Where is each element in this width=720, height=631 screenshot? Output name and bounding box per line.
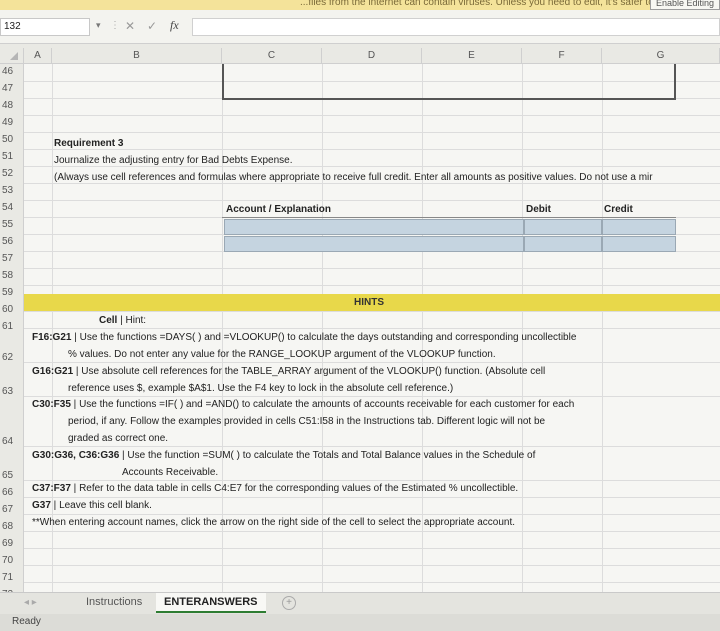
row-header[interactable]: 57	[0, 253, 24, 264]
separator-icon: ⋮	[110, 20, 120, 31]
hint-cell-ref: G16:G21	[32, 366, 74, 377]
hint-text: Accounts Receivable.	[122, 467, 219, 478]
formula-input[interactable]	[192, 18, 720, 36]
row-header[interactable]: 62	[0, 352, 24, 363]
row-header[interactable]: 67	[0, 504, 24, 515]
hint-text: % values. Do not enter any value for the…	[68, 349, 496, 360]
tab-scroll-arrows-icon[interactable]: ◂ ▸	[24, 597, 37, 608]
row-header[interactable]: 69	[0, 538, 24, 549]
row-header[interactable]: 61	[0, 321, 24, 332]
hint-text: graded as correct one.	[68, 433, 169, 444]
requirement-title: Requirement 3	[54, 138, 124, 149]
hint-item: G16:G21 | Use absolute cell references f…	[32, 363, 712, 397]
row-header[interactable]: 51	[0, 151, 24, 162]
row-header[interactable]: 49	[0, 117, 24, 128]
add-sheet-icon[interactable]: +	[282, 596, 296, 610]
insert-function-icon[interactable]: fx	[170, 18, 179, 33]
column-header-f[interactable]: F	[522, 48, 602, 64]
protected-view-bar: ...files from the internet can contain v…	[0, 0, 720, 10]
hints-title: HINTS	[354, 297, 384, 308]
hint-text: Use absolute cell references for the TAB…	[81, 366, 546, 377]
enable-editing-button[interactable]: Enable Editing	[650, 0, 720, 10]
row-header[interactable]: 53	[0, 185, 24, 196]
column-header-g[interactable]: G	[602, 48, 720, 64]
row-header[interactable]: 55	[0, 219, 24, 230]
debit-header: Debit	[526, 204, 551, 215]
hint-text: Use the functions =DAYS( ) and =VLOOKUP(…	[79, 332, 577, 343]
row-header[interactable]: 64	[0, 436, 24, 447]
hint-text: reference uses $, example $A$1. Use the …	[68, 383, 454, 394]
hint-text: Use the function =SUM( ) to calculate th…	[127, 450, 536, 461]
enter-check-icon[interactable]: ✓	[147, 19, 157, 33]
hint-item: C37:F37 | Refer to the data table in cel…	[32, 483, 519, 494]
tab-instructions[interactable]: Instructions	[78, 593, 150, 613]
row-header[interactable]: 59	[0, 287, 24, 298]
row-header[interactable]: 65	[0, 470, 24, 481]
hint-item: F16:G21 | Use the functions =DAYS( ) and…	[32, 329, 712, 363]
hint-cell-ref: F16:G21	[32, 332, 72, 343]
row-header[interactable]: 50	[0, 134, 24, 145]
column-header-e[interactable]: E	[422, 48, 522, 64]
hint-cell-ref: C30:F35	[32, 399, 71, 410]
row-header[interactable]: 66	[0, 487, 24, 498]
credit-header: Credit	[604, 204, 633, 215]
row-header[interactable]: 63	[0, 386, 24, 397]
row-header[interactable]: 54	[0, 202, 24, 213]
hint-item: G30:G36, C36:G36 | Use the function =SUM…	[32, 447, 712, 481]
hints-cell-header: Cell	[99, 315, 118, 326]
journal-account-input[interactable]	[224, 219, 524, 235]
previous-answer-box	[222, 64, 676, 100]
row-header[interactable]: 56	[0, 236, 24, 247]
row-header[interactable]: 48	[0, 100, 24, 111]
journal-debit-input[interactable]	[524, 219, 602, 235]
hint-cell-ref: G30:G36, C36:G36	[32, 450, 120, 461]
row-header[interactable]: 68	[0, 521, 24, 532]
row-header[interactable]: 46	[0, 66, 24, 77]
select-all-corner[interactable]	[0, 48, 24, 64]
column-header-b[interactable]: B	[52, 48, 222, 64]
requirement-note: (Always use cell references and formulas…	[54, 172, 653, 183]
chevron-down-icon[interactable]: ▾	[96, 20, 101, 31]
hints-header: Cell | Hint:	[99, 315, 146, 326]
tab-enteranswers[interactable]: ENTERANSWERS	[156, 593, 266, 613]
account-explanation-header: Account / Explanation	[226, 204, 332, 215]
hint-item: G37 | Leave this cell blank.	[32, 500, 152, 511]
column-header-d[interactable]: D	[322, 48, 422, 64]
row-header[interactable]: 71	[0, 572, 24, 583]
row-headers: 46 47 48 49 50 51 52 53 54 55 56 57 58 5…	[0, 64, 24, 600]
journal-debit-input[interactable]	[524, 236, 602, 252]
row-header[interactable]: 58	[0, 270, 24, 281]
column-headers: A B C D E F G	[0, 48, 720, 64]
cancel-icon[interactable]: ✕	[125, 19, 135, 33]
status-text: Ready	[12, 616, 41, 627]
hint-text: period, if any. Follow the examples prov…	[68, 416, 546, 427]
hint-text: Refer to the data table in cells C4:E7 f…	[79, 483, 519, 494]
hint-cell-ref: C37:F37	[32, 483, 71, 494]
sheet-tabs-bar: ◂ ▸ Instructions ENTERANSWERS +	[0, 592, 720, 614]
hint-footnote: **When entering account names, click the…	[32, 517, 516, 528]
hints-bar: HINTS	[24, 294, 720, 311]
journal-header-row: Account / Explanation Debit Credit	[222, 201, 676, 218]
journal-credit-input[interactable]	[602, 236, 676, 252]
journal-credit-input[interactable]	[602, 219, 676, 235]
row-header[interactable]: 70	[0, 555, 24, 566]
hint-cell-ref: G37	[32, 500, 51, 511]
hint-item: C30:F35 | Use the functions =IF( ) and =…	[32, 396, 712, 447]
row-header[interactable]: 60	[0, 304, 24, 315]
status-bar: Ready	[0, 614, 720, 631]
name-box[interactable]: 132	[0, 18, 90, 36]
hint-text: Leave this cell blank.	[59, 500, 152, 511]
column-header-a[interactable]: A	[24, 48, 52, 64]
formula-bar: 132 ▾ ⋮ ✕ ✓ fx	[0, 10, 720, 44]
column-header-c[interactable]: C	[222, 48, 322, 64]
requirement-instruction: Journalize the adjusting entry for Bad D…	[54, 155, 293, 166]
hints-hint-header: Hint:	[125, 315, 147, 326]
worksheet-grid[interactable]: Requirement 3 Journalize the adjusting e…	[24, 64, 720, 592]
hint-text: Use the functions =IF( ) and =AND() to c…	[79, 399, 575, 410]
row-header[interactable]: 47	[0, 83, 24, 94]
journal-explanation-input[interactable]	[224, 236, 524, 252]
row-header[interactable]: 52	[0, 168, 24, 179]
